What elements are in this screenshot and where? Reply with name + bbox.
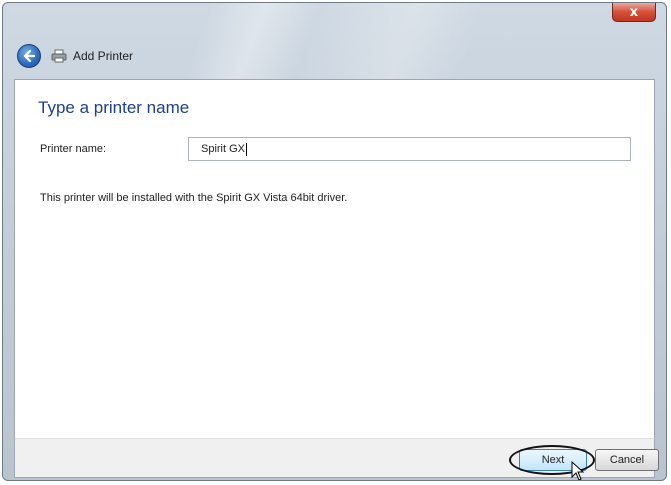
window-title: Add Printer <box>73 49 134 63</box>
text-caret <box>246 142 248 156</box>
wizard-footer: Next Cancel <box>14 438 659 480</box>
back-arrow-icon <box>23 49 36 63</box>
driver-info-text: This printer will be installed with the … <box>40 192 348 204</box>
printer-name-label: Printer name: <box>40 143 107 155</box>
title-bar: Add Printer <box>17 43 133 69</box>
mouse-cursor-icon <box>571 461 585 480</box>
printer-name-value: Spirit GX <box>201 143 246 155</box>
close-icon: x <box>629 4 639 20</box>
printer-icon <box>51 49 67 63</box>
add-printer-window: x Add Printer Type a printer name Printe… <box>2 2 667 481</box>
wizard-content: Type a printer name Printer name: Spirit… <box>14 79 655 438</box>
back-button[interactable] <box>17 44 41 68</box>
cancel-button[interactable]: Cancel <box>595 449 659 471</box>
close-button[interactable]: x <box>612 3 656 22</box>
page-heading: Type a printer name <box>38 98 190 117</box>
printer-name-input[interactable]: Spirit GX <box>188 137 631 161</box>
